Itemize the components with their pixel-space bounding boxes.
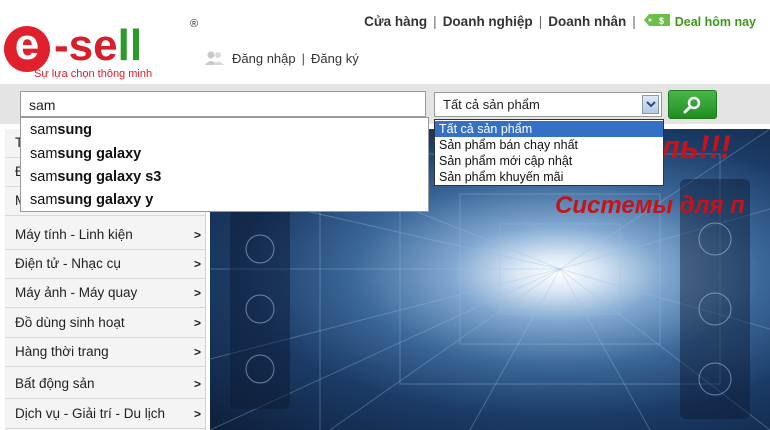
suggestion-typed: sam [30,192,58,208]
chevron-right-icon: > [193,228,201,242]
suggestion-completion: sung [57,122,93,138]
sidebar-item-real-estate[interactable]: Bất động sản > [5,370,205,399]
search-button[interactable] [668,90,717,119]
top-nav-entrepreneur[interactable]: Doanh nhân [542,14,632,29]
top-nav-business[interactable]: Doanh nghiệp [437,14,539,29]
search-icon [683,96,701,114]
search-input[interactable]: sam [20,91,426,117]
sidebar-item-label: Đồ dùng sinh hoạt [15,315,125,330]
banner-headline: ль!!! [660,129,731,165]
category-option-newest[interactable]: Sản phẩm mới cập nhật [435,153,663,169]
deal-label: Deal hôm nay [674,14,756,29]
suggestion-typed: sam [30,169,58,185]
esell-logo[interactable]: e -sell ® Sự lựa chọn thông minh [4,18,204,80]
category-select-value: Tất cả sản phẩm [443,97,540,112]
users-icon [204,50,226,66]
category-select[interactable]: Tất cả sản phẩm [434,92,662,117]
banner-subheadline: Системы для п [555,192,745,219]
logo-e-circle: e [4,22,50,72]
register-link[interactable]: Đăng ký [311,51,359,66]
sidebar-item-fashion[interactable]: Hàng thời trang > [5,338,205,367]
chevron-right-icon: > [193,377,201,391]
logo-wordmark-l1: l [117,21,130,70]
top-nav: Cửa hàng | Doanh nghiệp | Doanh nhân | $… [358,13,756,30]
sidebar-item-cameras[interactable]: Máy ảnh - Máy quay > [5,279,205,308]
deal-tag-icon: $ [642,13,672,30]
suggestion-item[interactable]: samsung galaxy y [30,192,153,208]
top-nav-shop[interactable]: Cửa hàng [358,14,433,29]
chevron-down-icon[interactable] [642,95,659,114]
auth-separator: | [301,50,306,66]
login-link[interactable]: Đăng nhập [232,51,296,66]
sidebar-item-services[interactable]: Dịch vụ - Giải trí - Du lịch > [5,400,205,429]
sidebar-item-label: Điện tử - Nhạc cụ [15,256,121,271]
chevron-right-icon: > [193,407,201,421]
logo-wordmark: -sell [54,24,142,68]
logo-wordmark-se: -se [54,21,118,70]
auth-links: Đăng nhập | Đăng ký [204,50,359,66]
sidebar-item-electronics[interactable]: Điện tử - Nhạc cụ > [5,250,205,279]
chevron-right-icon: > [193,316,201,330]
suggestion-completion: sung galaxy y [57,192,154,208]
suggestion-item[interactable]: samsung galaxy s3 [30,169,161,185]
search-suggestions: samsung samsung galaxy samsung galaxy s3… [20,117,429,212]
suggestion-completion: sung galaxy s3 [57,169,162,185]
sidebar-item-label: Máy tính - Linh kiện [15,227,133,242]
chevron-right-icon: > [193,257,201,271]
suggestion-typed: sam [30,122,58,138]
sidebar-item-household[interactable]: Đồ dùng sinh hoạt > [5,309,205,338]
logo-slogan: Sự lựa chọn thông minh [34,68,153,80]
category-options-list: Tất cả sản phẩm Sản phẩm bán chạy nhất S… [434,119,664,186]
suggestion-typed: sam [30,146,58,162]
chevron-right-icon: > [193,345,201,359]
category-option-all[interactable]: Tất cả sản phẩm [435,121,663,137]
category-option-bestselling[interactable]: Sản phẩm bán chạy nhất [435,137,663,153]
sidebar-item-label: Dịch vụ - Giải trí - Du lịch [15,406,166,421]
logo-wordmark-l2: l [129,21,143,70]
deal-link[interactable]: $ Deal hôm nay [636,13,756,30]
sidebar-item-computers[interactable]: Máy tính - Linh kiện > [5,221,205,250]
chevron-right-icon: > [193,286,201,300]
registered-mark: ® [190,18,199,30]
category-option-promotion[interactable]: Sản phẩm khuyến mãi [435,169,663,185]
sidebar-item-label: Hàng thời trang [15,344,109,359]
sidebar-item-label: Máy ảnh - Máy quay [15,285,138,300]
sidebar-item-label: Bất động sản [15,376,95,391]
suggestion-item[interactable]: samsung [30,122,92,138]
suggestion-completion: sung galaxy [57,146,142,162]
suggestion-item[interactable]: samsung galaxy [30,146,141,162]
svg-text:$: $ [659,16,664,26]
logo-e-letter: e [14,20,40,69]
